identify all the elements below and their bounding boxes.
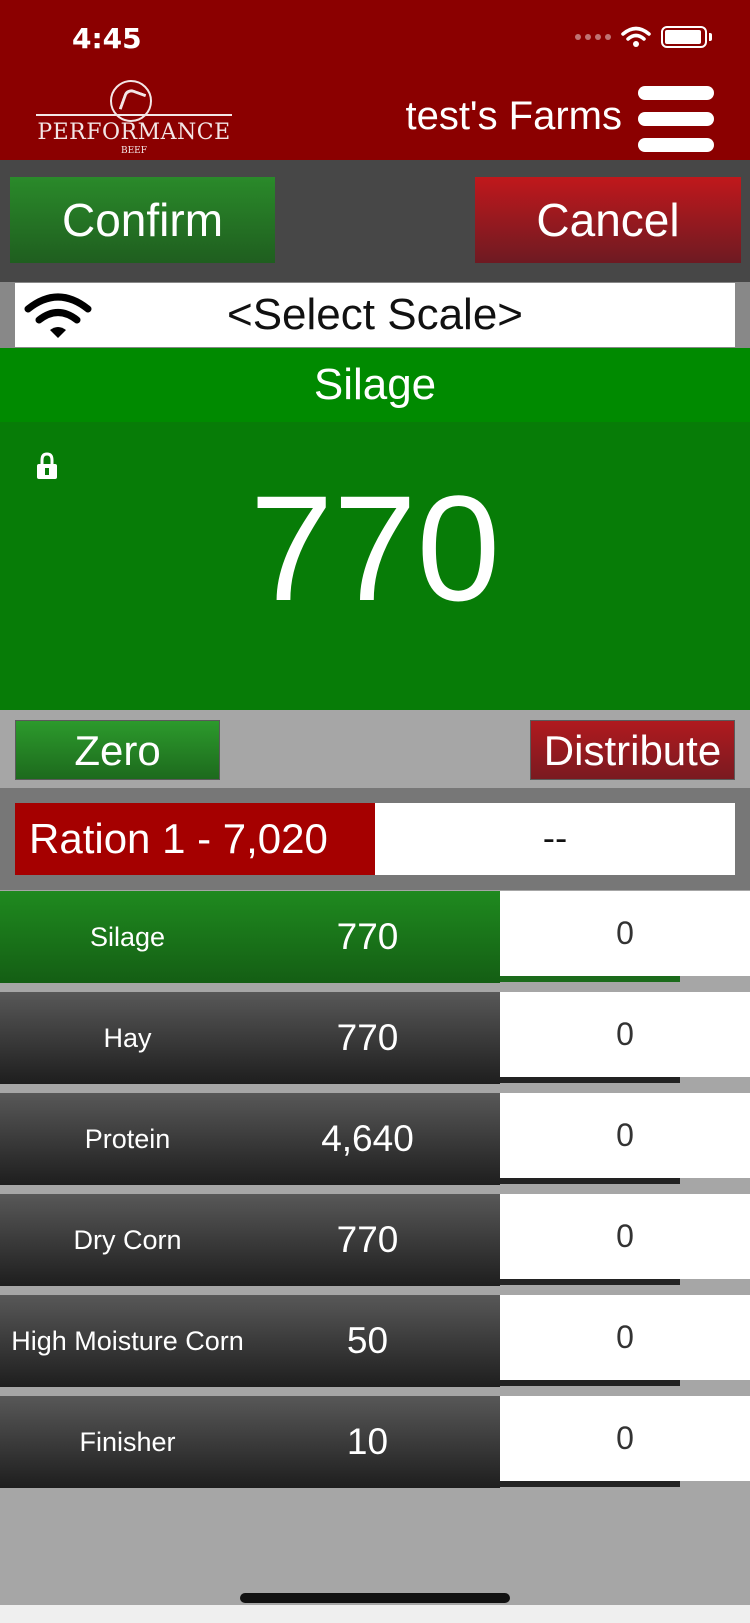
performance-beef-logo: PERFORMANCE BEEF bbox=[36, 80, 232, 158]
ingredient-name: Dry Corn bbox=[73, 1224, 182, 1255]
ingredient-row-main[interactable]: Silage 770 bbox=[0, 891, 500, 983]
logo-text: PERFORMANCE bbox=[37, 120, 231, 145]
bottom-strip bbox=[0, 1605, 750, 1623]
ingredient-name: High Moisture Corn bbox=[11, 1325, 244, 1356]
ingredient-target: 770 bbox=[336, 916, 399, 957]
ingredient-entered-input[interactable]: 0 bbox=[500, 1295, 750, 1380]
ingredient-list: Silage 770 0 Hay 770 0 Protein 4,640 0 D… bbox=[0, 890, 750, 1496]
battery-tip bbox=[709, 33, 712, 41]
ingredient-row[interactable]: Finisher 10 0 bbox=[0, 1395, 750, 1496]
ingredient-name: Protein bbox=[84, 1123, 171, 1154]
wifi-status-icon bbox=[621, 26, 651, 47]
ingredient-row[interactable]: Hay 770 0 bbox=[0, 991, 750, 1092]
home-indicator[interactable] bbox=[240, 1593, 510, 1603]
ingredient-progress bbox=[500, 1481, 680, 1487]
ingredient-row[interactable]: Silage 770 0 bbox=[0, 890, 750, 991]
scale-bar: <Select Scale> bbox=[0, 282, 750, 348]
ingredient-entered-input[interactable]: 0 bbox=[500, 1194, 750, 1279]
status-time: 4:45 bbox=[72, 22, 142, 55]
distribute-button[interactable]: Distribute bbox=[530, 720, 735, 780]
signal-icon bbox=[575, 34, 611, 40]
ingredient-row[interactable]: Dry Corn 770 0 bbox=[0, 1193, 750, 1294]
ingredient-row[interactable]: High Moisture Corn 50 0 bbox=[0, 1294, 750, 1395]
current-ingredient: Silage bbox=[0, 348, 750, 422]
ingredient-entered-input[interactable]: 0 bbox=[500, 891, 750, 976]
ingredient-row-main[interactable]: High Moisture Corn 50 bbox=[0, 1295, 500, 1387]
ingredient-progress bbox=[500, 1077, 680, 1083]
zero-button[interactable]: Zero bbox=[15, 720, 220, 780]
select-scale-button[interactable]: <Select Scale> bbox=[15, 283, 735, 347]
ingredient-row-main[interactable]: Protein 4,640 bbox=[0, 1093, 500, 1185]
ingredient-row-main[interactable]: Hay 770 bbox=[0, 992, 500, 1084]
ingredient-name: Hay bbox=[103, 1022, 152, 1053]
menu-icon[interactable] bbox=[638, 86, 714, 152]
ration-value[interactable]: -- bbox=[375, 803, 735, 875]
ingredient-row-main[interactable]: Dry Corn 770 bbox=[0, 1194, 500, 1286]
ingredient-entered-input[interactable]: 0 bbox=[500, 992, 750, 1077]
action-bar: Confirm Cancel bbox=[0, 160, 750, 282]
ingredient-progress bbox=[500, 1178, 680, 1184]
ingredient-progress bbox=[500, 1279, 680, 1285]
current-weight: 770 bbox=[249, 464, 501, 632]
ingredient-row-main[interactable]: Finisher 10 bbox=[0, 1396, 500, 1488]
ingredient-progress bbox=[500, 1380, 680, 1386]
ration-bar: Ration 1 - 7,020 -- bbox=[0, 788, 750, 890]
ingredient-target: 4,640 bbox=[321, 1118, 414, 1159]
logo-subtext: BEEF bbox=[121, 146, 147, 156]
ingredient-entered-input[interactable]: 0 bbox=[500, 1396, 750, 1481]
ingredient-target: 770 bbox=[336, 1219, 399, 1260]
ingredient-target: 50 bbox=[346, 1320, 389, 1361]
farm-name: test's Farms bbox=[405, 94, 622, 138]
ingredient-target: 770 bbox=[336, 1017, 399, 1058]
confirm-button[interactable]: Confirm bbox=[10, 177, 275, 263]
ingredient-progress bbox=[500, 976, 680, 982]
ingredient-row[interactable]: Protein 4,640 0 bbox=[0, 1092, 750, 1193]
weight-panel: 770 bbox=[0, 422, 750, 710]
control-bar: Zero Distribute bbox=[0, 710, 750, 788]
select-scale-label: <Select Scale> bbox=[227, 290, 523, 339]
app-header: 4:45 PERFORMANCE BEEF test's Farms bbox=[0, 0, 750, 160]
ingredient-name: Finisher bbox=[79, 1426, 176, 1457]
ration-label[interactable]: Ration 1 - 7,020 bbox=[15, 803, 375, 875]
ingredient-name: Silage bbox=[89, 921, 166, 952]
battery-icon bbox=[661, 26, 707, 48]
status-icons bbox=[575, 26, 712, 48]
ingredient-entered-input[interactable]: 0 bbox=[500, 1093, 750, 1178]
ingredient-target: 10 bbox=[346, 1421, 389, 1462]
cancel-button[interactable]: Cancel bbox=[475, 177, 741, 263]
